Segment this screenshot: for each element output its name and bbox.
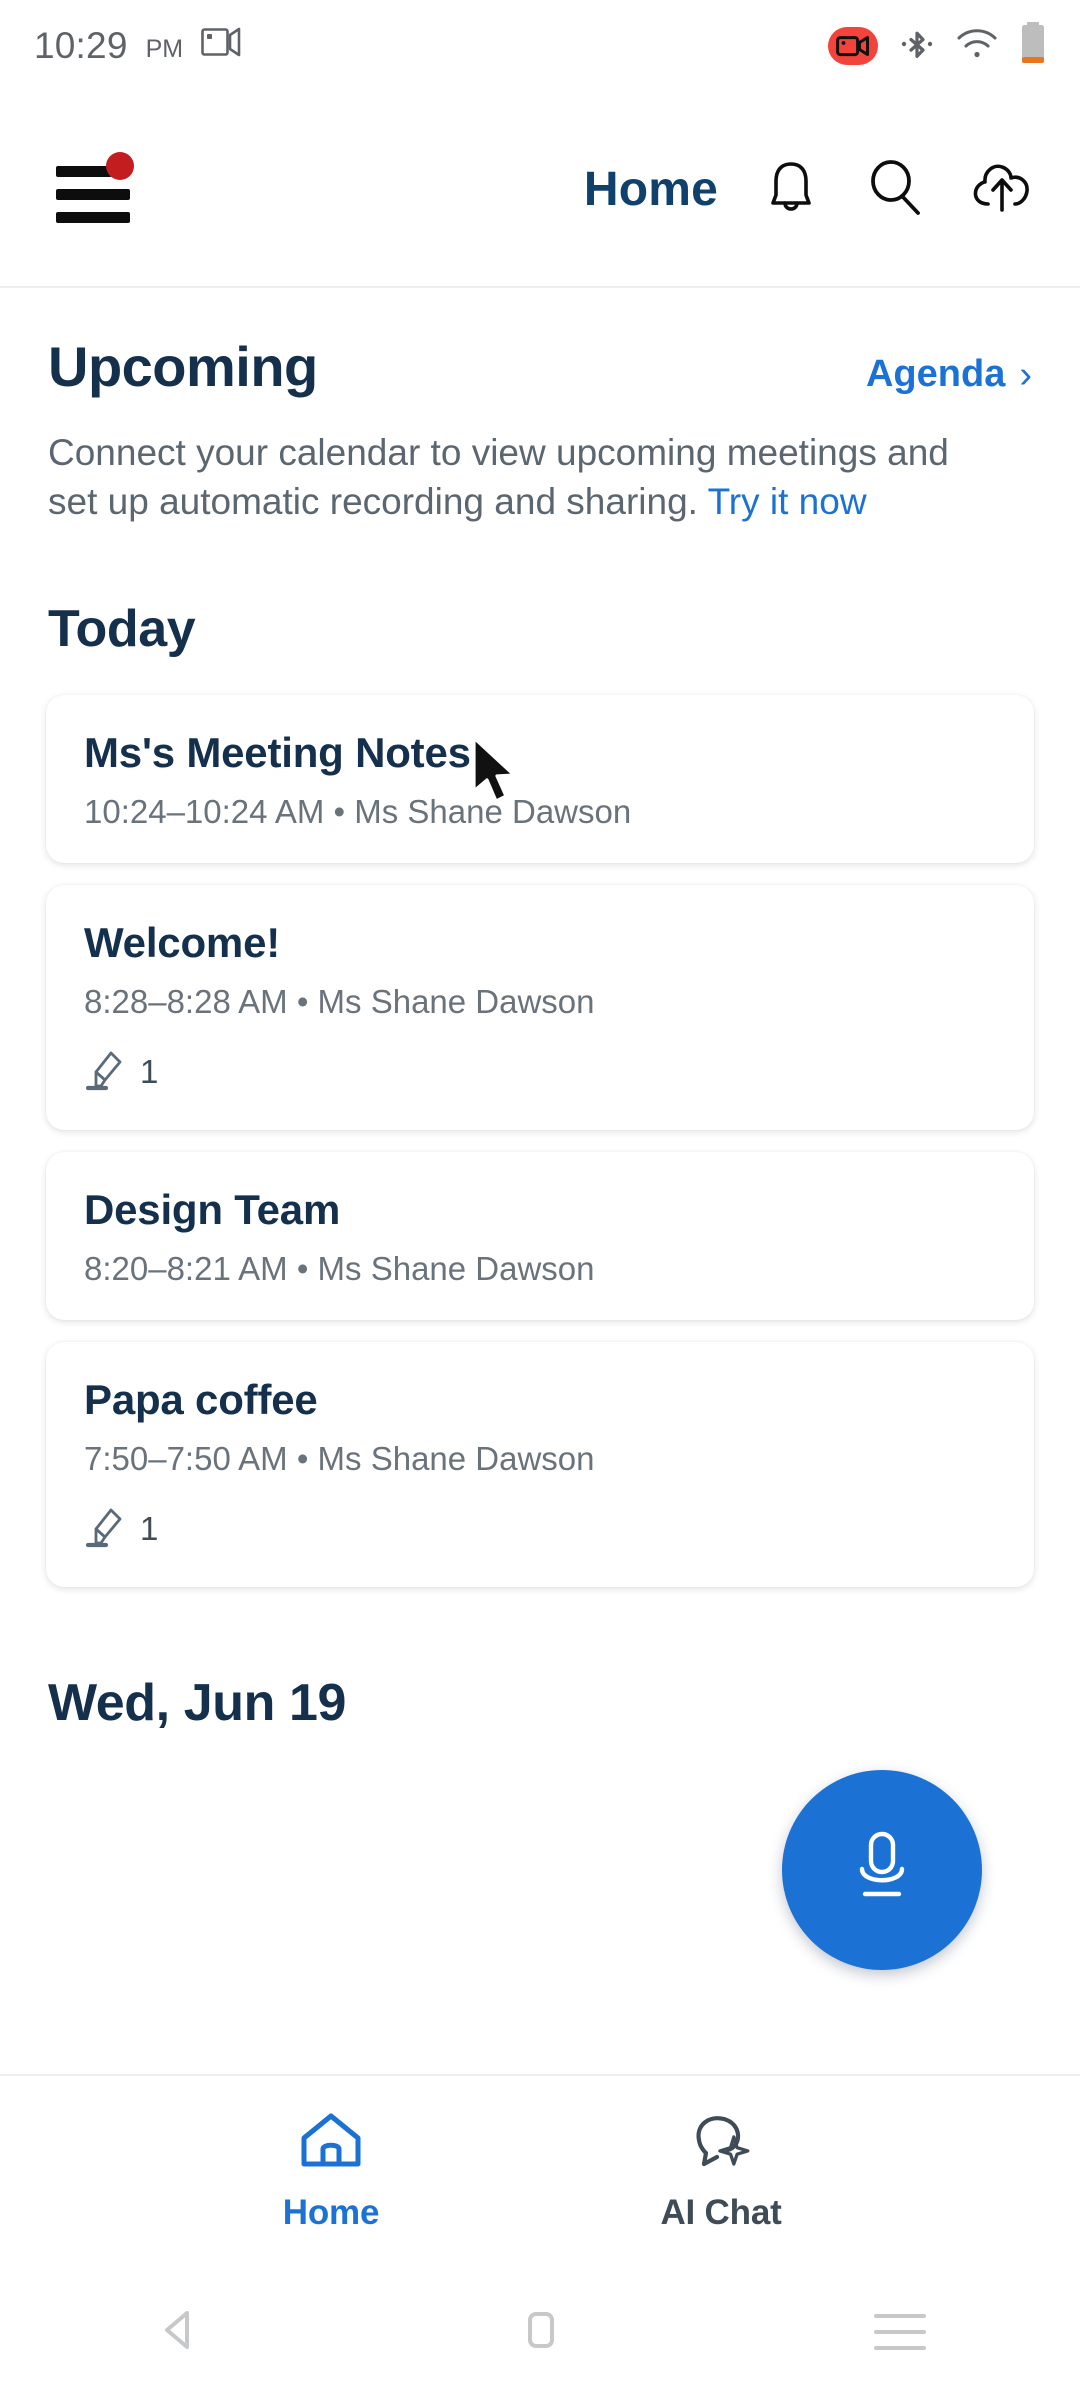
cloud-upload-icon[interactable] bbox=[970, 157, 1036, 221]
status-bar-left: 10:29 PM bbox=[34, 25, 241, 67]
date-heading: Wed, Jun 19 bbox=[48, 1673, 347, 1732]
agenda-label: Agenda bbox=[865, 353, 1006, 395]
bluetooth-icon bbox=[900, 23, 934, 70]
video-recording-icon bbox=[828, 27, 878, 65]
try-it-now-link[interactable]: Try it now bbox=[708, 481, 867, 522]
microphone-icon bbox=[843, 1824, 921, 1917]
upcoming-heading: Upcoming bbox=[48, 335, 318, 398]
hamburger-menu-icon[interactable] bbox=[56, 152, 134, 223]
home-icon bbox=[295, 2108, 367, 2179]
menu-line-3 bbox=[56, 212, 130, 223]
highlighter-icon bbox=[84, 1047, 126, 1098]
highlight-count: 1 bbox=[140, 1510, 159, 1548]
meeting-title: Ms's Meeting Notes bbox=[84, 728, 471, 776]
meeting-title: Papa coffee bbox=[84, 1375, 318, 1423]
bell-icon[interactable] bbox=[762, 157, 820, 221]
meeting-title: Design Team bbox=[84, 1185, 341, 1233]
meeting-subtitle: 10:24–10:24 AM • Ms Shane Dawson bbox=[84, 792, 632, 830]
sysnav-home-slot[interactable] bbox=[450, 2303, 630, 2362]
meeting-card[interactable]: Welcome! 8:28–8:28 AM • Ms Shane Dawson … bbox=[46, 884, 1034, 1130]
meeting-highlight-meta: 1 bbox=[84, 1047, 996, 1098]
mouse-pointer-icon bbox=[470, 735, 526, 814]
upcoming-section-header: Upcoming Agenda › bbox=[0, 288, 1080, 399]
record-fab-button[interactable] bbox=[782, 1770, 982, 1970]
nav-tab-home[interactable]: Home bbox=[196, 2108, 466, 2233]
today-heading: Today bbox=[48, 599, 196, 658]
menu-line-2 bbox=[56, 189, 130, 200]
bottom-navigation-bar: Home AI Chat bbox=[0, 2074, 1080, 2264]
main-content: Upcoming Agenda › Connect your calendar … bbox=[0, 288, 1080, 1733]
upcoming-description: Connect your calendar to view upcoming m… bbox=[0, 399, 1000, 527]
meeting-highlight-meta: 1 bbox=[84, 1504, 996, 1555]
home-square-icon bbox=[517, 2303, 563, 2362]
wifi-icon bbox=[956, 27, 998, 66]
meeting-title: Welcome! bbox=[84, 918, 281, 966]
menu-line-1 bbox=[56, 166, 112, 177]
android-system-nav bbox=[0, 2264, 1080, 2400]
recents-line-1 bbox=[874, 2314, 926, 2318]
highlighter-icon bbox=[84, 1504, 126, 1555]
nav-label-home: Home bbox=[282, 2192, 380, 2232]
search-icon[interactable] bbox=[864, 157, 926, 221]
meeting-cards-list: Ms's Meeting Notes 10:24–10:24 AM • Ms S… bbox=[0, 659, 1080, 1587]
app-header-actions: Home bbox=[584, 157, 1080, 221]
meeting-subtitle: 8:20–8:21 AM • Ms Shane Dawson bbox=[84, 1249, 595, 1287]
sysnav-recents-slot[interactable] bbox=[810, 2314, 990, 2350]
chevron-right-icon: › bbox=[1019, 353, 1032, 396]
ai-chat-icon bbox=[684, 2108, 758, 2179]
recents-line-2 bbox=[874, 2330, 926, 2334]
phone-screen: 10:29 PM Home Upcoming Agenda › Connect … bbox=[0, 0, 1080, 2400]
status-time: 10:29 bbox=[34, 25, 128, 66]
screen-cast-icon bbox=[201, 26, 241, 67]
battery-icon bbox=[1020, 21, 1046, 71]
meeting-card[interactable]: Design Team 8:20–8:21 AM • Ms Shane Daws… bbox=[46, 1151, 1034, 1320]
agenda-link[interactable]: Agenda › bbox=[866, 353, 1032, 396]
status-bar-right bbox=[828, 21, 1046, 71]
meeting-subtitle: 8:28–8:28 AM • Ms Shane Dawson bbox=[84, 982, 595, 1020]
recents-lines-icon bbox=[874, 2314, 926, 2350]
status-ampm: PM bbox=[145, 35, 184, 63]
sysnav-back-slot[interactable] bbox=[90, 2303, 270, 2362]
page-title: Home bbox=[583, 162, 718, 216]
nav-label-ai-chat: AI Chat bbox=[660, 2192, 782, 2232]
meeting-card[interactable]: Papa coffee 7:50–7:50 AM • Ms Shane Daws… bbox=[46, 1341, 1034, 1587]
recents-line-3 bbox=[874, 2346, 926, 2350]
app-header: Home bbox=[0, 92, 1080, 288]
nav-tab-ai-chat[interactable]: AI Chat bbox=[586, 2108, 856, 2233]
notification-dot-badge bbox=[106, 152, 134, 180]
meeting-card[interactable]: Ms's Meeting Notes 10:24–10:24 AM • Ms S… bbox=[46, 694, 1034, 863]
status-bar: 10:29 PM bbox=[0, 0, 1080, 92]
meeting-subtitle: 7:50–7:50 AM • Ms Shane Dawson bbox=[84, 1439, 595, 1477]
highlight-count: 1 bbox=[140, 1053, 159, 1091]
back-triangle-icon bbox=[155, 2303, 205, 2362]
